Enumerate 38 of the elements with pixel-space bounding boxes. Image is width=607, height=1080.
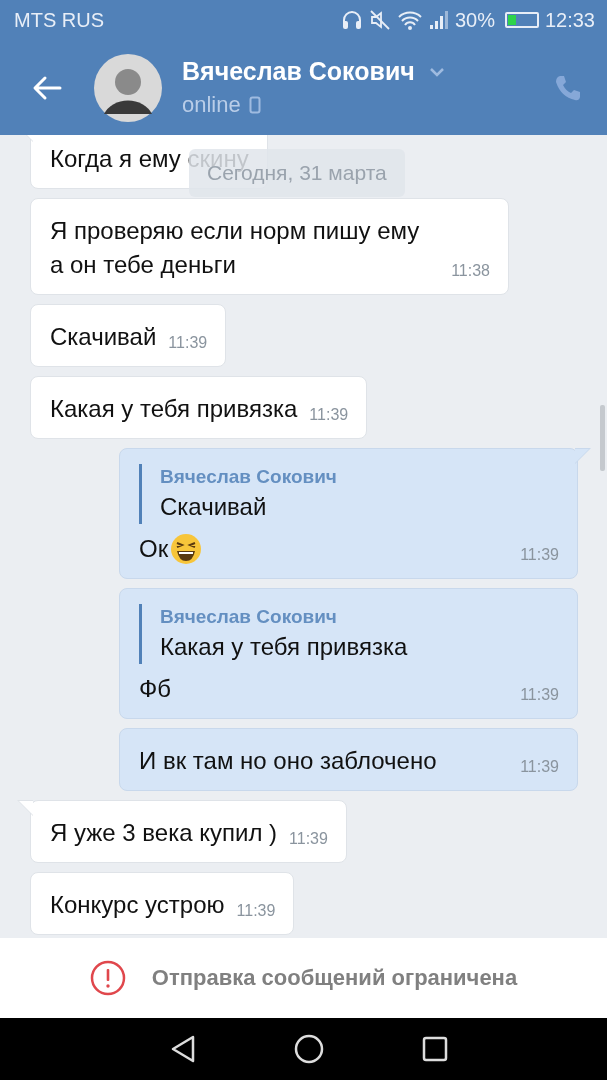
message-time: 11:39 (168, 334, 208, 353)
phone-device-icon (248, 96, 261, 114)
notice-text: Отправка сообщений ограничена (151, 965, 518, 991)
message-time: 11:38 (451, 262, 490, 281)
message-text: Фб (139, 674, 171, 704)
quoted-text: Скачивай (160, 492, 268, 522)
quoted-text: Какая у тебя привязка (160, 632, 409, 662)
message-time: 11:39 (520, 546, 559, 565)
message-text: Ок (139, 534, 169, 564)
warning-icon (89, 960, 126, 996)
message-text: Скачивай (50, 322, 157, 352)
quoted-author: Вячеслав Сокович (160, 465, 338, 489)
message-time: 11:39 (289, 830, 328, 849)
message-text: Конкурс устрою (50, 890, 225, 920)
message-time: 11:39 (236, 902, 276, 921)
contact-name[interactable]: Вячеслав Сокович (182, 57, 415, 86)
wifi-icon (396, 9, 423, 31)
message-time: 11:39 (520, 758, 559, 777)
online-status: online (182, 92, 241, 118)
quoted-author: Вячеслав Сокович (160, 605, 338, 629)
back-arrow-icon[interactable] (32, 74, 62, 101)
battery-icon (504, 12, 539, 28)
message-time: 11:39 (309, 406, 349, 425)
carrier-name: MTS RUS (14, 8, 104, 32)
signal-icon (428, 10, 449, 30)
message-text: И вк там но оно заблочено (139, 746, 437, 776)
avatar[interactable] (94, 53, 162, 122)
home-icon[interactable] (293, 1034, 324, 1064)
message-time: 11:39 (520, 686, 559, 705)
battery-percent: 30% (454, 8, 495, 32)
recents-icon[interactable] (420, 1035, 449, 1063)
message-text: Какая у тебя привязка (50, 394, 298, 424)
scrollbar[interactable] (600, 405, 605, 471)
muted-speaker-icon (368, 9, 391, 31)
headphones-icon (340, 9, 363, 31)
message-text: Я проверяю если норм пишу ему а он тебе деньги (50, 216, 421, 280)
message-text: Я уже 3 века купил ) (50, 818, 278, 848)
clock: 12:33 (544, 8, 595, 32)
